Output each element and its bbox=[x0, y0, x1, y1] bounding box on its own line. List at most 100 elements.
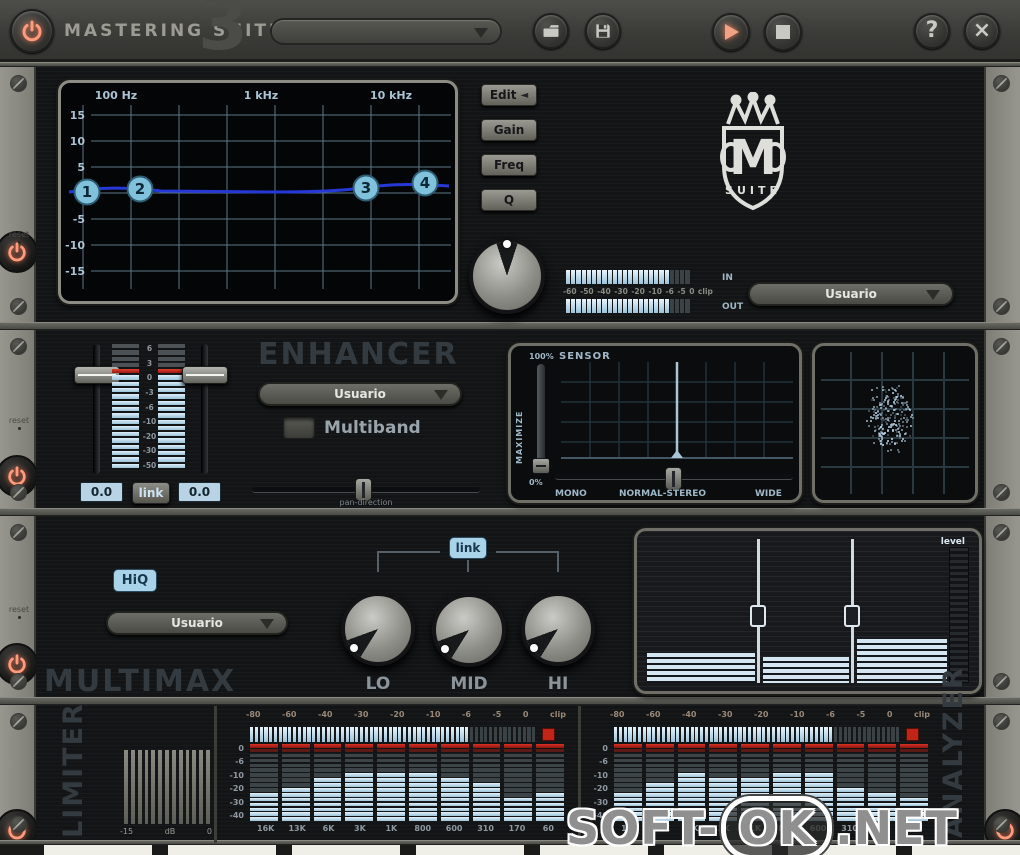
led-segment bbox=[757, 726, 761, 742]
spectrum-segment bbox=[836, 768, 865, 773]
eq-q-button[interactable]: Q bbox=[481, 189, 537, 211]
maximize-slider-track[interactable] bbox=[537, 364, 545, 472]
hi-knob[interactable] bbox=[521, 592, 595, 666]
global-preset-dropdown[interactable] bbox=[270, 18, 502, 45]
crossover-handle-mid-hi[interactable] bbox=[844, 605, 860, 627]
led-segment bbox=[676, 726, 680, 742]
eq-graph[interactable]: 100 Hz 1 kHz 10 kHz 15 10 5 -5 -10 -15 1… bbox=[58, 80, 458, 304]
spectrum-segment bbox=[645, 773, 674, 777]
spectrum-segment bbox=[868, 758, 897, 763]
limiter-scale-label: -15 bbox=[120, 827, 134, 836]
help-button[interactable]: ? bbox=[914, 13, 950, 49]
spectrum-segment bbox=[440, 788, 469, 792]
reset-text[interactable]: reset bbox=[9, 230, 29, 239]
play-button[interactable] bbox=[712, 13, 750, 51]
analyzer-scale-label: -6 bbox=[462, 710, 471, 719]
db-scale-label: 0 bbox=[602, 744, 608, 753]
meter-segment bbox=[112, 375, 139, 380]
frequency-band-label: 3K bbox=[354, 824, 366, 833]
spectrum-segment bbox=[900, 744, 928, 748]
meter-segment bbox=[158, 369, 185, 374]
enhancer-link-button[interactable]: link bbox=[132, 482, 170, 504]
close-button[interactable]: × bbox=[964, 13, 1000, 49]
spectrum-segment bbox=[772, 773, 801, 777]
spectrum-segment bbox=[377, 807, 405, 812]
led-segment bbox=[752, 726, 756, 742]
led-segment bbox=[800, 726, 804, 742]
stop-button[interactable] bbox=[764, 13, 802, 51]
open-button[interactable] bbox=[533, 13, 569, 49]
eq-edit-button[interactable]: Edit ◄ bbox=[481, 84, 537, 106]
eq-master-knob[interactable] bbox=[469, 238, 545, 314]
spectrum-segment bbox=[250, 788, 278, 792]
spectrum-segment bbox=[536, 812, 564, 817]
crossover-divider-low-mid[interactable] bbox=[750, 539, 766, 683]
play-icon bbox=[725, 24, 739, 40]
limiter-bar bbox=[165, 750, 169, 824]
enhancer-left-fader-track[interactable] bbox=[93, 344, 100, 474]
meter-segment bbox=[654, 270, 659, 284]
spectrum-segment bbox=[677, 788, 706, 792]
limiter-bar bbox=[144, 750, 149, 824]
eq-gain-label: Gain bbox=[493, 123, 525, 137]
eq-gain-button[interactable]: Gain bbox=[481, 119, 537, 141]
spectrum-segment bbox=[408, 773, 437, 777]
spectrum-segment bbox=[408, 778, 437, 782]
reset-label: reset bbox=[4, 230, 34, 244]
multimax-preset-dropdown[interactable]: Usuario bbox=[106, 611, 288, 635]
goniometer-dot bbox=[875, 428, 878, 431]
lo-knob[interactable] bbox=[341, 592, 415, 666]
screw bbox=[10, 484, 27, 501]
meter-segment bbox=[597, 270, 602, 284]
meter-scale-label: -60 bbox=[563, 287, 577, 296]
goniometer-dot bbox=[879, 404, 882, 407]
eq-graph-canvas: 100 Hz 1 kHz 10 kHz 15 10 5 -5 -10 -15 1… bbox=[65, 89, 451, 289]
spectrum-segment bbox=[281, 807, 310, 812]
out-label: OUT bbox=[722, 302, 744, 312]
spectrum-segment bbox=[408, 744, 437, 748]
spectrum-segment bbox=[408, 763, 437, 768]
enhancer-right-fader[interactable] bbox=[182, 366, 228, 384]
eq-preset-dropdown[interactable]: Usuario bbox=[748, 282, 954, 306]
goniometer-dot bbox=[875, 405, 878, 408]
spectrum-segment bbox=[345, 817, 374, 821]
spectrum-segment bbox=[677, 744, 706, 748]
spectrum-segment bbox=[408, 788, 437, 792]
reset-text[interactable]: reset bbox=[9, 416, 29, 425]
maximize-slider-handle[interactable] bbox=[532, 458, 550, 474]
led-segment bbox=[623, 726, 627, 742]
multiband-checkbox[interactable] bbox=[283, 417, 315, 439]
meter-segment bbox=[659, 270, 664, 284]
enhancer-left-value[interactable]: 0.0 bbox=[80, 482, 123, 502]
goniometer-dot bbox=[889, 404, 892, 407]
led-segment bbox=[838, 726, 842, 742]
led-segment bbox=[484, 726, 488, 742]
app-title: MASTERING SUITE bbox=[64, 21, 284, 41]
frequency-band-label: 60 bbox=[542, 824, 554, 833]
reset-text[interactable]: reset bbox=[9, 605, 29, 614]
meter-segment bbox=[158, 432, 185, 437]
mid-knob[interactable] bbox=[432, 593, 506, 667]
crossover-handle-low-mid[interactable] bbox=[750, 605, 766, 627]
spectrum-segment bbox=[900, 773, 928, 777]
hiq-button[interactable]: HiQ bbox=[113, 569, 157, 592]
floppy-icon bbox=[596, 24, 610, 38]
crossover-divider-mid-hi[interactable] bbox=[844, 539, 860, 683]
goniometer-dot bbox=[898, 424, 901, 427]
enhancer-right-value[interactable]: 0.0 bbox=[178, 482, 221, 502]
reset-label: reset bbox=[4, 416, 34, 430]
eq-freq-button[interactable]: Freq bbox=[481, 154, 537, 176]
led-segment bbox=[680, 726, 685, 742]
enhancer-right-fader-track[interactable] bbox=[201, 344, 208, 474]
goniometer-dot bbox=[896, 401, 899, 404]
stereo-width-handle[interactable] bbox=[665, 467, 682, 490]
knob-indicator-dot bbox=[530, 644, 538, 652]
knob-indicator-dot bbox=[350, 644, 358, 652]
lo-label: LO bbox=[365, 674, 391, 694]
save-button[interactable] bbox=[585, 13, 621, 49]
master-power-button[interactable] bbox=[10, 9, 54, 53]
enhancer-preset-dropdown[interactable]: Usuario bbox=[258, 382, 462, 406]
meter-segment bbox=[586, 270, 591, 284]
multimax-link-button[interactable]: link bbox=[449, 537, 487, 559]
in-label: IN bbox=[722, 273, 733, 283]
